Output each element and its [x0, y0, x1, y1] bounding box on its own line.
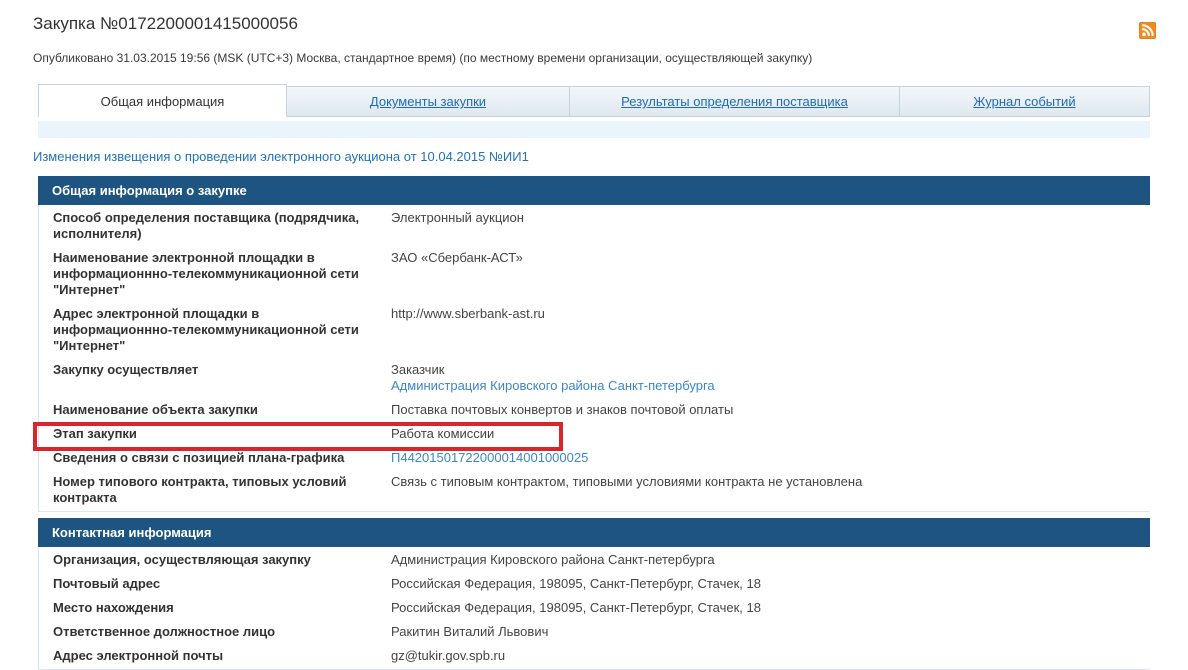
row-label: Место нахождения — [53, 600, 174, 615]
general-info-section: Общая информация о закупке Способ опреде… — [33, 176, 1150, 512]
tab-link[interactable]: Журнал событий — [973, 94, 1075, 109]
row-label: Номер типового контракта, типовых услови… — [53, 474, 347, 505]
table-row: Сведения о связи с позицией плана-график… — [39, 446, 1150, 470]
table-row: Наименование электронной площадки в инфо… — [39, 246, 1150, 302]
table-row: Закупку осуществляет Заказчик Администра… — [39, 358, 1150, 398]
tab-supplier-determination-results[interactable]: Результаты определения поставщика — [570, 86, 900, 117]
row-value: Ракитин Виталий Львович — [391, 624, 549, 639]
row-value: П44201501722000014001000025 — [391, 450, 1150, 466]
row-value: Поставка почтовых конвертов и знаков поч… — [391, 402, 734, 417]
row-value: Администрация Кировского района Санкт-пе… — [391, 552, 715, 567]
table-row: Почтовый адрес Российская Федерация, 198… — [39, 572, 1150, 596]
row-label: Этап закупки — [53, 426, 137, 441]
row-label: Сведения о связи с позицией плана-график… — [53, 450, 345, 465]
table-row: Место нахождения Российская Федерация, 1… — [39, 596, 1150, 620]
tab-link[interactable]: Результаты определения поставщика — [621, 94, 848, 109]
row-value: gz@tukir.gov.spb.ru — [391, 648, 506, 663]
rss-icon[interactable] — [1138, 21, 1157, 40]
published-timestamp: Опубликовано 31.03.2015 19:56 (MSK (UTC+… — [33, 51, 813, 65]
row-value: Российская Федерация, 198095, Санкт-Пете… — [391, 600, 761, 615]
tab-bar-bottom-strip — [38, 121, 1150, 138]
table-row: Адрес электронной почты gz@tukir.gov.spb… — [39, 644, 1150, 668]
amendment-notice-link[interactable]: Изменения извещения о проведении электро… — [33, 149, 1150, 164]
tab-label: Общая информация — [100, 93, 225, 109]
row-label: Способ определения поставщика (подрядчик… — [53, 210, 360, 241]
row-value: http://www.sberbank-ast.ru — [391, 306, 545, 321]
row-value: Работа комиссии — [391, 426, 495, 441]
row-label: Адрес электронной почты — [53, 648, 224, 663]
contact-info-section: Контактная информация Организация, осуще… — [38, 518, 1150, 670]
tab-link[interactable]: Документы закупки — [370, 94, 486, 109]
customer-organization-link[interactable]: Администрация Кировского района Санкт-пе… — [391, 378, 715, 393]
row-label: Ответственное должностное лицо — [53, 624, 276, 639]
table-row: Организация, осуществляющая закупку Адми… — [39, 548, 1150, 572]
row-label: Почтовый адрес — [53, 576, 161, 591]
table-row: Номер типового контракта, типовых услови… — [39, 470, 1150, 510]
table-row-procurement-stage: Этап закупки Работа комиссии — [33, 422, 1150, 451]
row-value: Электронный аукцион — [391, 210, 524, 225]
row-value: Заказчик Администрация Кировского района… — [391, 362, 1150, 394]
table-row: Наименование объекта закупки Поставка по… — [39, 398, 1150, 422]
row-value: ЗАО «Сбербанк-АСТ» — [391, 250, 523, 265]
procurement-page: Закупка №0172200001415000056 Опубликован… — [33, 14, 1157, 670]
row-label: Наименование электронной площадки в инфо… — [53, 250, 359, 297]
row-label: Адрес электронной площадки в информацион… — [53, 306, 359, 353]
page-title: Закупка №0172200001415000056 — [33, 14, 298, 33]
plan-schedule-position-link[interactable]: П44201501722000014001000025 — [391, 450, 588, 465]
row-value: Российская Федерация, 198095, Санкт-Пете… — [391, 576, 761, 591]
table-row: Ответственное должностное лицо Ракитин В… — [39, 620, 1150, 644]
section-header-general: Общая информация о закупке — [38, 176, 1150, 205]
row-label: Наименование объекта закупки — [53, 402, 258, 417]
row-label: Организация, осуществляющая закупку — [53, 552, 311, 567]
contact-info-rows: Организация, осуществляющая закупку Адми… — [38, 547, 1150, 670]
tab-bar: Общая информация Документы закупки Резул… — [38, 84, 1150, 117]
tab-event-log[interactable]: Журнал событий — [900, 86, 1150, 117]
tab-general-info[interactable]: Общая информация — [38, 84, 287, 117]
table-row: Адрес электронной площадки в информацион… — [39, 302, 1150, 358]
row-label: Закупку осуществляет — [53, 362, 199, 377]
row-value: Связь с типовым контрактом, типовыми усл… — [391, 474, 863, 489]
general-info-rows: Способ определения поставщика (подрядчик… — [33, 205, 1150, 512]
customer-role-text: Заказчик — [391, 362, 445, 377]
tab-procurement-documents[interactable]: Документы закупки — [287, 86, 570, 117]
table-row: Способ определения поставщика (подрядчик… — [39, 206, 1150, 246]
section-header-contact: Контактная информация — [38, 518, 1150, 547]
